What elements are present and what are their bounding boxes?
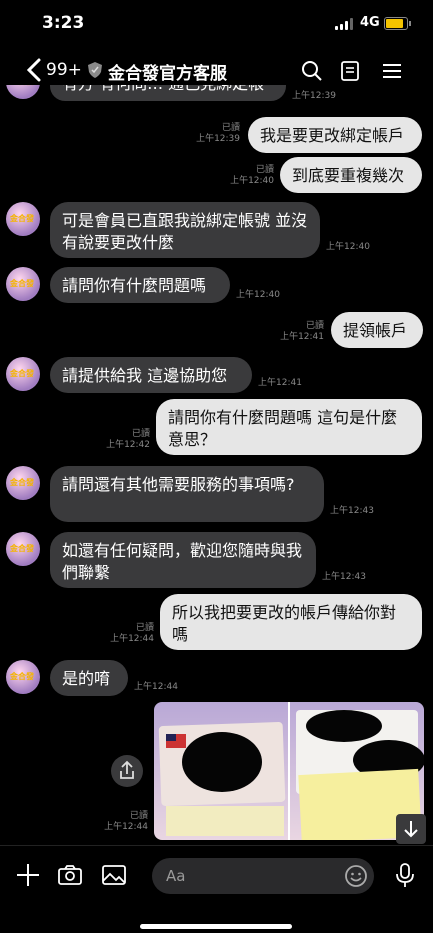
- read-receipt: 已讀 上午12:44: [104, 811, 148, 832]
- chat-messages[interactable]: 金合發 有方 有何問… 通己見綁定帳 上午12:39 已讀上午12:39 我是要…: [0, 85, 433, 845]
- read-receipt: 已讀 上午12:42: [106, 429, 150, 450]
- microphone-icon[interactable]: [391, 861, 419, 889]
- network-type: 4G: [360, 15, 380, 30]
- share-button[interactable]: [111, 755, 143, 787]
- arrow-down-icon: [404, 821, 418, 838]
- message-time: 上午12:39: [292, 91, 336, 101]
- signal-icon: [335, 18, 355, 30]
- camera-icon[interactable]: [56, 861, 84, 889]
- photo-attachment[interactable]: [154, 702, 424, 840]
- message-bubble-outgoing[interactable]: 提領帳戶: [331, 312, 423, 348]
- agent-avatar[interactable]: 金合發: [6, 532, 40, 566]
- image-gallery-icon[interactable]: [100, 861, 128, 889]
- message-time: 上午12:44: [134, 682, 178, 692]
- status-bar: 3:23 4G: [0, 0, 433, 46]
- home-indicator: [140, 924, 292, 929]
- message-bubble-incoming[interactable]: 請問還有其他需要服務的事項嗎?: [50, 466, 324, 522]
- message-bubble-incoming[interactable]: 可是會員已直跟我說綁定帳號 並沒有說要更改什麼: [50, 202, 320, 258]
- message-bubble-outgoing[interactable]: 到底要重複幾次: [280, 157, 422, 193]
- battery-icon: [384, 17, 411, 30]
- message-bubble-incoming[interactable]: 有方 有何問… 通己見綁定帳: [50, 85, 286, 101]
- message-bubble-incoming[interactable]: 請問你有什麼問題嗎: [50, 267, 230, 303]
- back-chevron-icon[interactable]: [24, 57, 46, 83]
- menu-icon[interactable]: [380, 59, 404, 83]
- photo-image: [154, 702, 424, 840]
- message-time: 上午12:40: [326, 242, 370, 252]
- agent-avatar[interactable]: 金合發: [6, 267, 40, 301]
- message-bubble-outgoing[interactable]: 請問你有什麼問題嗎 這句是什麼意思？: [156, 399, 422, 455]
- message-bubble-outgoing[interactable]: 我是要更改綁定帳戶: [248, 117, 422, 153]
- plus-icon[interactable]: [14, 861, 42, 889]
- agent-avatar[interactable]: 金合發: [6, 660, 40, 694]
- read-receipt: 已讀 上午12:40: [230, 165, 274, 186]
- composer-bar: Aa: [0, 845, 433, 933]
- message-time: 上午12:41: [258, 378, 302, 388]
- message-bubble-incoming[interactable]: 如還有任何疑問，歡迎您隨時與我們聯繫: [50, 532, 316, 588]
- message-time: 上午12:43: [330, 506, 374, 516]
- search-icon[interactable]: [300, 59, 324, 83]
- emoji-icon[interactable]: [344, 864, 368, 888]
- agent-avatar[interactable]: 金合發: [6, 357, 40, 391]
- status-time: 3:23: [42, 13, 85, 33]
- read-receipt: 已讀 上午12:41: [280, 321, 324, 342]
- read-receipt: 已讀 上午12:44: [110, 623, 154, 644]
- message-bubble-outgoing[interactable]: 所以我把要更改的帳戶傳給你對嗎: [160, 594, 422, 650]
- read-receipt: 已讀 上午12:39: [196, 123, 240, 144]
- message-time: 上午12:43: [322, 572, 366, 582]
- agent-avatar[interactable]: 金合發: [6, 202, 40, 236]
- scroll-down-button[interactable]: [396, 814, 426, 844]
- agent-avatar[interactable]: 金合發: [6, 85, 40, 99]
- unread-count[interactable]: 99+: [46, 60, 82, 80]
- message-input[interactable]: Aa: [152, 858, 374, 894]
- chat-title[interactable]: 金合發官方客服: [108, 59, 227, 84]
- message-time: 上午12:40: [236, 290, 280, 300]
- message-bubble-incoming[interactable]: 請提供給我 這邊協助您: [50, 357, 252, 393]
- input-placeholder: Aa: [166, 867, 186, 885]
- share-icon: [120, 760, 134, 779]
- notes-icon[interactable]: [338, 59, 362, 83]
- message-bubble-incoming[interactable]: 是的唷: [50, 660, 128, 696]
- verified-shield-icon: [88, 62, 102, 78]
- agent-avatar[interactable]: 金合發: [6, 466, 40, 500]
